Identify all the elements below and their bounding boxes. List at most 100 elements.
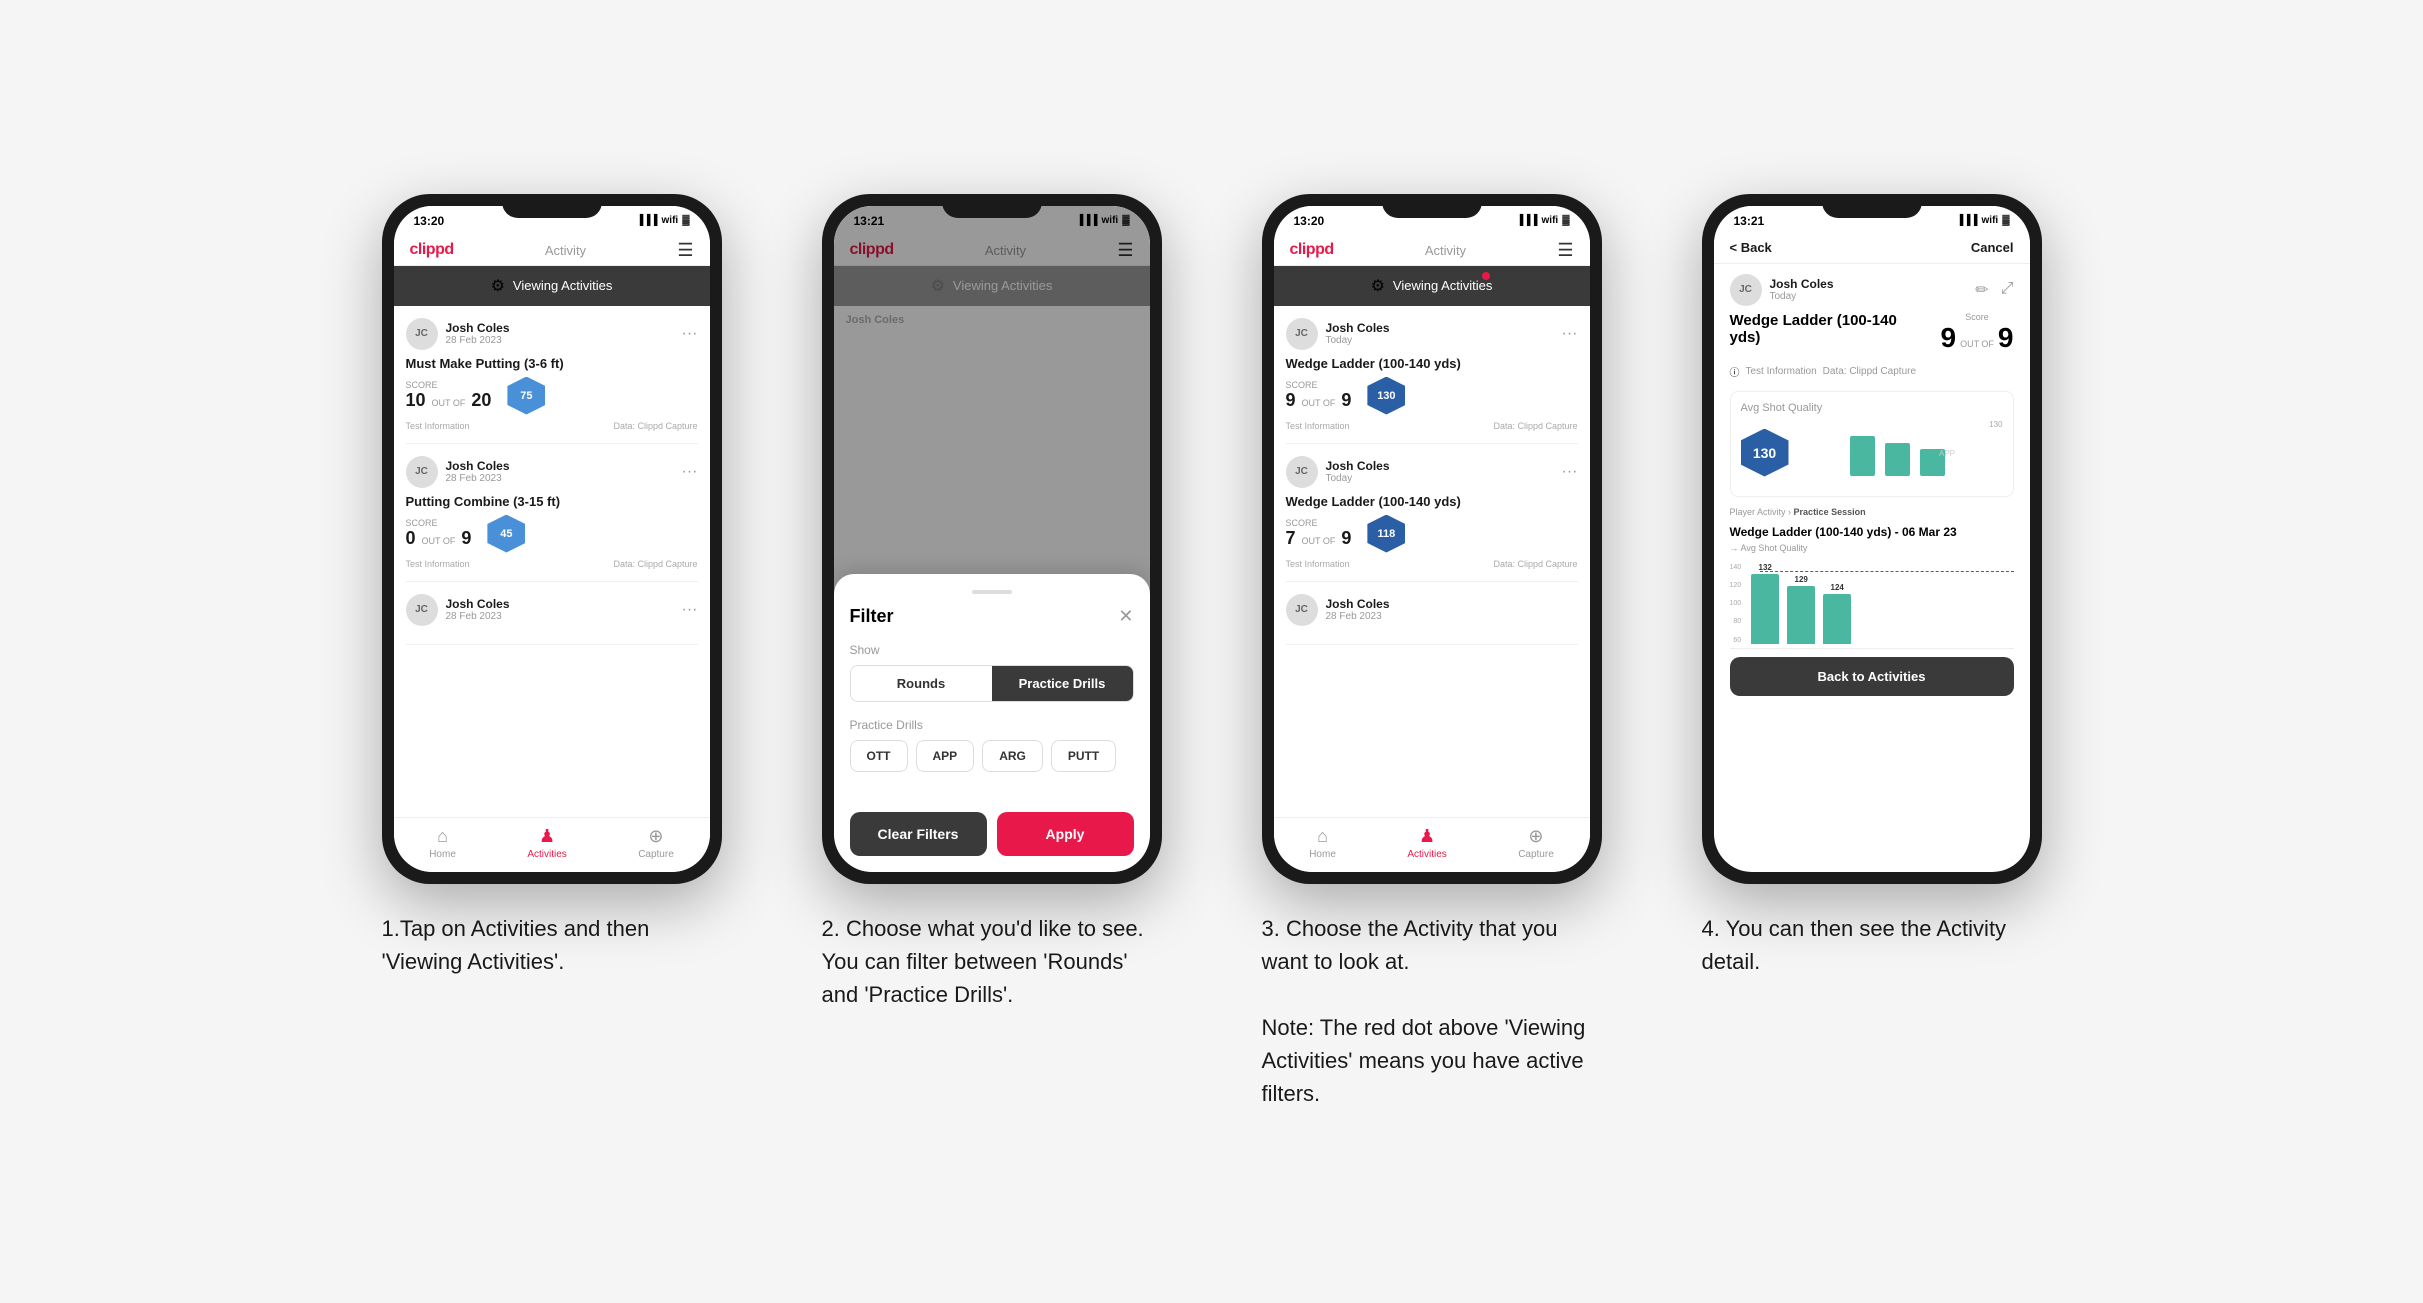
detail-actions-4: ✏ ⤢ xyxy=(1975,280,2013,300)
nav-title-3: Activity xyxy=(1425,243,1466,258)
user-text-4: Josh Coles Today xyxy=(1770,277,1834,302)
filter-chips-2: OTT APP ARG PUTT xyxy=(850,740,1134,772)
bar-3 xyxy=(1823,594,1851,644)
viewing-banner-1[interactable]: ⚙ Viewing Activities xyxy=(394,266,710,306)
bottom-nav-activities-3[interactable]: ♟ Activities xyxy=(1407,826,1446,860)
status-icons-3: ▐▐▐ wifi ▓ xyxy=(1516,215,1569,226)
bottom-nav-home-3[interactable]: ⌂ Home xyxy=(1309,826,1336,860)
wedge-bar-chart-4: 140 120 100 80 60 132 129 xyxy=(1730,559,2014,649)
phone-frame-3: 13:20 ▐▐▐ wifi ▓ clippd Activity ☰ ⚙ V xyxy=(1262,194,1602,884)
score-display-4: 9 OUT OF 9 xyxy=(1941,322,2014,354)
bar-item-2: 129 xyxy=(1787,575,1815,644)
signal-icon-3: ▐▐▐ xyxy=(1516,215,1537,226)
avg-label-4: Avg Shot Quality xyxy=(1741,402,2003,414)
back-to-activities-button[interactable]: Back to Activities xyxy=(1730,657,2014,696)
settings-icon-1: ⚙ xyxy=(491,276,505,296)
bottom-nav-activities-1[interactable]: ♟ Activities xyxy=(527,826,566,860)
score-outof-1-1: 10 OUT OF 20 xyxy=(406,390,492,411)
wedge-chart-title-4: Wedge Ladder (100-140 yds) - 06 Mar 23 xyxy=(1730,525,2014,539)
activity-card-1-3[interactable]: JC Josh Coles 28 Feb 2023 ··· xyxy=(406,582,698,645)
out-of-text-3-1: OUT OF xyxy=(1302,398,1336,408)
out-of-text-3-2: OUT OF xyxy=(1302,536,1336,546)
filter-modal-2: Filter ✕ Show Rounds Practice Drills Pra… xyxy=(834,574,1150,872)
menu-icon-3[interactable]: ☰ xyxy=(1557,240,1573,261)
clippd-logo-3: clippd xyxy=(1290,241,1334,259)
back-button-4[interactable]: < Back xyxy=(1730,240,1772,255)
filter-tab-practice-drills[interactable]: Practice Drills xyxy=(992,666,1133,701)
shots-value-1-1: 20 xyxy=(471,390,491,411)
activity-card-3-3[interactable]: JC Josh Coles 28 Feb 2023 xyxy=(1286,582,1578,645)
filter-tab-rounds[interactable]: Rounds xyxy=(851,666,992,701)
share-icon-4[interactable]: ⤢ xyxy=(2001,280,2014,300)
menu-icon-1[interactable]: ☰ xyxy=(677,240,693,261)
footer-left-1-1: Test Information xyxy=(406,421,470,431)
card-header-3-1: JC Josh Coles Today ··· xyxy=(1286,318,1578,350)
viewing-banner-3[interactable]: ⚙ Viewing Activities xyxy=(1274,266,1590,306)
status-icons-4: ▐▐▐ wifi ▓ xyxy=(1956,215,2009,226)
phone-column-2: 13:21 ▐▐▐ wifi ▓ clippd Activity ☰ ⚙ V xyxy=(802,194,1182,1011)
activity-card-3-2[interactable]: JC Josh Coles Today ··· Wedge Ladder (10… xyxy=(1286,444,1578,582)
phones-row: 13:20 ▐▐▐ wifi ▓ clippd Activity ☰ ⚙ V xyxy=(362,194,2062,1110)
bar-chart-svg-4: APP xyxy=(1797,431,2003,481)
card-header-1-1: JC Josh Coles 28 Feb 2023 ··· xyxy=(406,318,698,350)
detail-user-row-4: JC Josh Coles Today ✏ ⤢ xyxy=(1714,264,2030,312)
footer-right-1-2: Data: Clippd Capture xyxy=(613,559,697,569)
filter-chip-putt[interactable]: PUTT xyxy=(1051,740,1116,772)
home-icon-1: ⌂ xyxy=(437,826,448,847)
filter-header-2: Filter ✕ xyxy=(850,606,1134,627)
card-title-1-2: Putting Combine (3-15 ft) xyxy=(406,494,698,509)
filter-chip-ott[interactable]: OTT xyxy=(850,740,908,772)
stats-row-3-2: Score 7 OUT OF 9 118 xyxy=(1286,515,1578,553)
filter-close-2[interactable]: ✕ xyxy=(1118,606,1133,627)
card-title-1-1: Must Make Putting (3-6 ft) xyxy=(406,356,698,371)
cancel-button-4[interactable]: Cancel xyxy=(1971,240,2014,255)
shot-quality-badge-1-2: 45 xyxy=(487,515,525,553)
activity-card-3-1[interactable]: JC Josh Coles Today ··· Wedge Ladder (10… xyxy=(1286,306,1578,444)
activity-list-3: JC Josh Coles Today ··· Wedge Ladder (10… xyxy=(1274,306,1590,817)
wifi-icon-3: wifi xyxy=(1542,215,1559,226)
edit-icon-4[interactable]: ✏ xyxy=(1975,280,1988,300)
user-date-3-1: Today xyxy=(1326,335,1562,346)
footer-right-3-1: Data: Clippd Capture xyxy=(1493,421,1577,431)
apply-button[interactable]: Apply xyxy=(997,812,1134,856)
phone-frame-4: 13:21 ▐▐▐ wifi ▓ < Back Cancel JC xyxy=(1702,194,2042,884)
user-name-1-3: Josh Coles xyxy=(446,597,682,611)
home-icon-3: ⌂ xyxy=(1317,826,1328,847)
filter-chip-app[interactable]: APP xyxy=(916,740,975,772)
stat-score-1-1: Score 10 OUT OF 20 xyxy=(406,380,492,411)
clear-filters-button[interactable]: Clear Filters xyxy=(850,812,987,856)
battery-icon-4: ▓ xyxy=(2002,215,2009,226)
wifi-icon-4: wifi xyxy=(1982,215,1999,226)
avatar-1-1: JC xyxy=(406,318,438,350)
status-time-1: 13:20 xyxy=(414,214,445,228)
home-label-3: Home xyxy=(1309,849,1336,860)
card-header-3-3: JC Josh Coles 28 Feb 2023 xyxy=(1286,594,1578,626)
wifi-icon: wifi xyxy=(662,215,679,226)
nav-title-1: Activity xyxy=(545,243,586,258)
more-icon-3-2[interactable]: ··· xyxy=(1562,463,1578,481)
bottom-nav-capture-3[interactable]: ⊕ Capture xyxy=(1518,826,1554,860)
viewing-banner-text-1: Viewing Activities xyxy=(513,278,612,293)
score-label-1-2: Score xyxy=(406,518,472,528)
filter-chip-arg[interactable]: ARG xyxy=(982,740,1043,772)
phone-screen-4: 13:21 ▐▐▐ wifi ▓ < Back Cancel JC xyxy=(1714,206,2030,872)
more-icon-1-2[interactable]: ··· xyxy=(682,463,698,481)
activity-card-1-2[interactable]: JC Josh Coles 28 Feb 2023 ··· Putting Co… xyxy=(406,444,698,582)
bottom-nav-capture-1[interactable]: ⊕ Capture xyxy=(638,826,674,860)
bottom-nav-home-1[interactable]: ⌂ Home xyxy=(429,826,456,860)
detail-title-row-4: Wedge Ladder (100-140 yds) Score 9 OUT O… xyxy=(1730,312,2014,354)
info-text1-4: Test Information xyxy=(1746,366,1817,377)
activity-card-1-1[interactable]: JC Josh Coles 28 Feb 2023 ··· Must Make … xyxy=(406,306,698,444)
more-icon-1-3[interactable]: ··· xyxy=(682,601,698,619)
score-outof-3-2: 7 OUT OF 9 xyxy=(1286,528,1352,549)
more-icon-1-1[interactable]: ··· xyxy=(682,325,698,343)
activity-list-1: JC Josh Coles 28 Feb 2023 ··· Must Make … xyxy=(394,306,710,817)
chart-content-4: 130 130 APP xyxy=(1741,420,2003,486)
shots-value-3-1: 9 xyxy=(1341,390,1351,411)
stat-score-3-2: Score 7 OUT OF 9 xyxy=(1286,518,1352,549)
caption-2: 2. Choose what you'd like to see. You ca… xyxy=(822,912,1162,1011)
avatar-1-2: JC xyxy=(406,456,438,488)
more-icon-3-1[interactable]: ··· xyxy=(1562,325,1578,343)
phone-screen-3: 13:20 ▐▐▐ wifi ▓ clippd Activity ☰ ⚙ V xyxy=(1274,206,1590,872)
activities-icon-1: ♟ xyxy=(539,826,555,847)
